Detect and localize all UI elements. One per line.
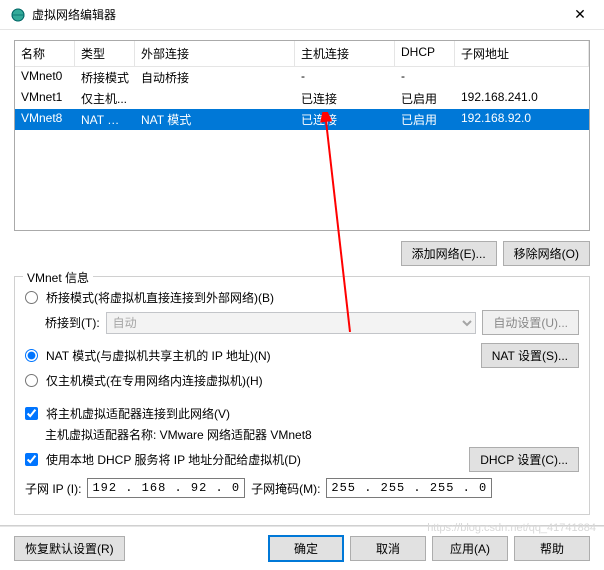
bridge-radio-row[interactable]: 桥接模式(将虚拟机直接连接到外部网络)(B) bbox=[25, 289, 579, 306]
host-adapter-check-row[interactable]: 将主机虚拟适配器连接到此网络(V) bbox=[25, 405, 579, 422]
table-row[interactable]: VMnet1 仅主机... 已连接 已启用 192.168.241.0 bbox=[15, 88, 589, 109]
nat-settings-button[interactable]: NAT 设置(S)... bbox=[481, 343, 579, 368]
help-button[interactable]: 帮助 bbox=[514, 536, 590, 561]
col-name[interactable]: 名称 bbox=[15, 41, 75, 66]
dhcp-check-row[interactable]: 使用本地 DHCP 服务将 IP 地址分配给虚拟机(D) DHCP 设置(C).… bbox=[25, 447, 579, 472]
auto-bridge-button[interactable]: 自动设置(U)... bbox=[482, 310, 579, 335]
hostonly-radio-row[interactable]: 仅主机模式(在专用网络内连接虚拟机)(H) bbox=[25, 372, 579, 389]
table-row-selected[interactable]: VMnet8 NAT 模式 NAT 模式 已连接 已启用 192.168.92.… bbox=[15, 109, 589, 130]
hostonly-radio[interactable] bbox=[25, 374, 38, 387]
subnet-ip-input[interactable]: 192 . 168 . 92 . 0 bbox=[87, 478, 245, 498]
remove-network-button[interactable]: 移除网络(O) bbox=[503, 241, 590, 266]
dhcp-settings-button[interactable]: DHCP 设置(C)... bbox=[469, 447, 579, 472]
window-title: 虚拟网络编辑器 bbox=[32, 6, 560, 23]
watermark: https://blog.csdn.net/qq_41741884 bbox=[427, 522, 596, 534]
table-row[interactable]: VMnet0 桥接模式 自动桥接 - - bbox=[15, 67, 589, 88]
bridge-to-label: 桥接到(T): bbox=[45, 314, 100, 331]
col-dhcp[interactable]: DHCP bbox=[395, 41, 455, 66]
subnet-mask-input[interactable]: 255 . 255 . 255 . 0 bbox=[326, 478, 492, 498]
subnet-ip-label: 子网 IP (I): bbox=[25, 480, 81, 497]
nat-radio-row[interactable]: NAT 模式(与虚拟机共享主机的 IP 地址)(N) NAT 设置(S)... bbox=[25, 343, 579, 368]
dhcp-checkbox[interactable] bbox=[25, 453, 38, 466]
bridge-radio[interactable] bbox=[25, 291, 38, 304]
close-button[interactable]: ✕ bbox=[560, 6, 600, 23]
network-table: 名称 类型 外部连接 主机连接 DHCP 子网地址 VMnet0 桥接模式 自动… bbox=[14, 40, 590, 231]
col-subnet[interactable]: 子网地址 bbox=[455, 41, 589, 66]
bridge-to-select[interactable]: 自动 bbox=[106, 312, 477, 334]
nat-radio[interactable] bbox=[25, 349, 38, 362]
cancel-button[interactable]: 取消 bbox=[350, 536, 426, 561]
add-network-button[interactable]: 添加网络(E)... bbox=[401, 241, 497, 266]
table-header: 名称 类型 外部连接 主机连接 DHCP 子网地址 bbox=[15, 41, 589, 67]
vmnet-info-group: VMnet 信息 桥接模式(将虚拟机直接连接到外部网络)(B) 桥接到(T): … bbox=[14, 276, 590, 515]
group-title: VMnet 信息 bbox=[23, 269, 93, 286]
col-ext[interactable]: 外部连接 bbox=[135, 41, 295, 66]
app-icon bbox=[10, 7, 26, 23]
titlebar: 虚拟网络编辑器 ✕ bbox=[0, 0, 604, 30]
host-adapter-name-label: 主机虚拟适配器名称: VMware 网络适配器 VMnet8 bbox=[45, 426, 579, 443]
subnet-mask-label: 子网掩码(M): bbox=[251, 480, 320, 497]
col-host[interactable]: 主机连接 bbox=[295, 41, 395, 66]
apply-button[interactable]: 应用(A) bbox=[432, 536, 508, 561]
ok-button[interactable]: 确定 bbox=[268, 535, 344, 562]
host-adapter-checkbox[interactable] bbox=[25, 407, 38, 420]
restore-defaults-button[interactable]: 恢复默认设置(R) bbox=[14, 536, 125, 561]
col-type[interactable]: 类型 bbox=[75, 41, 135, 66]
